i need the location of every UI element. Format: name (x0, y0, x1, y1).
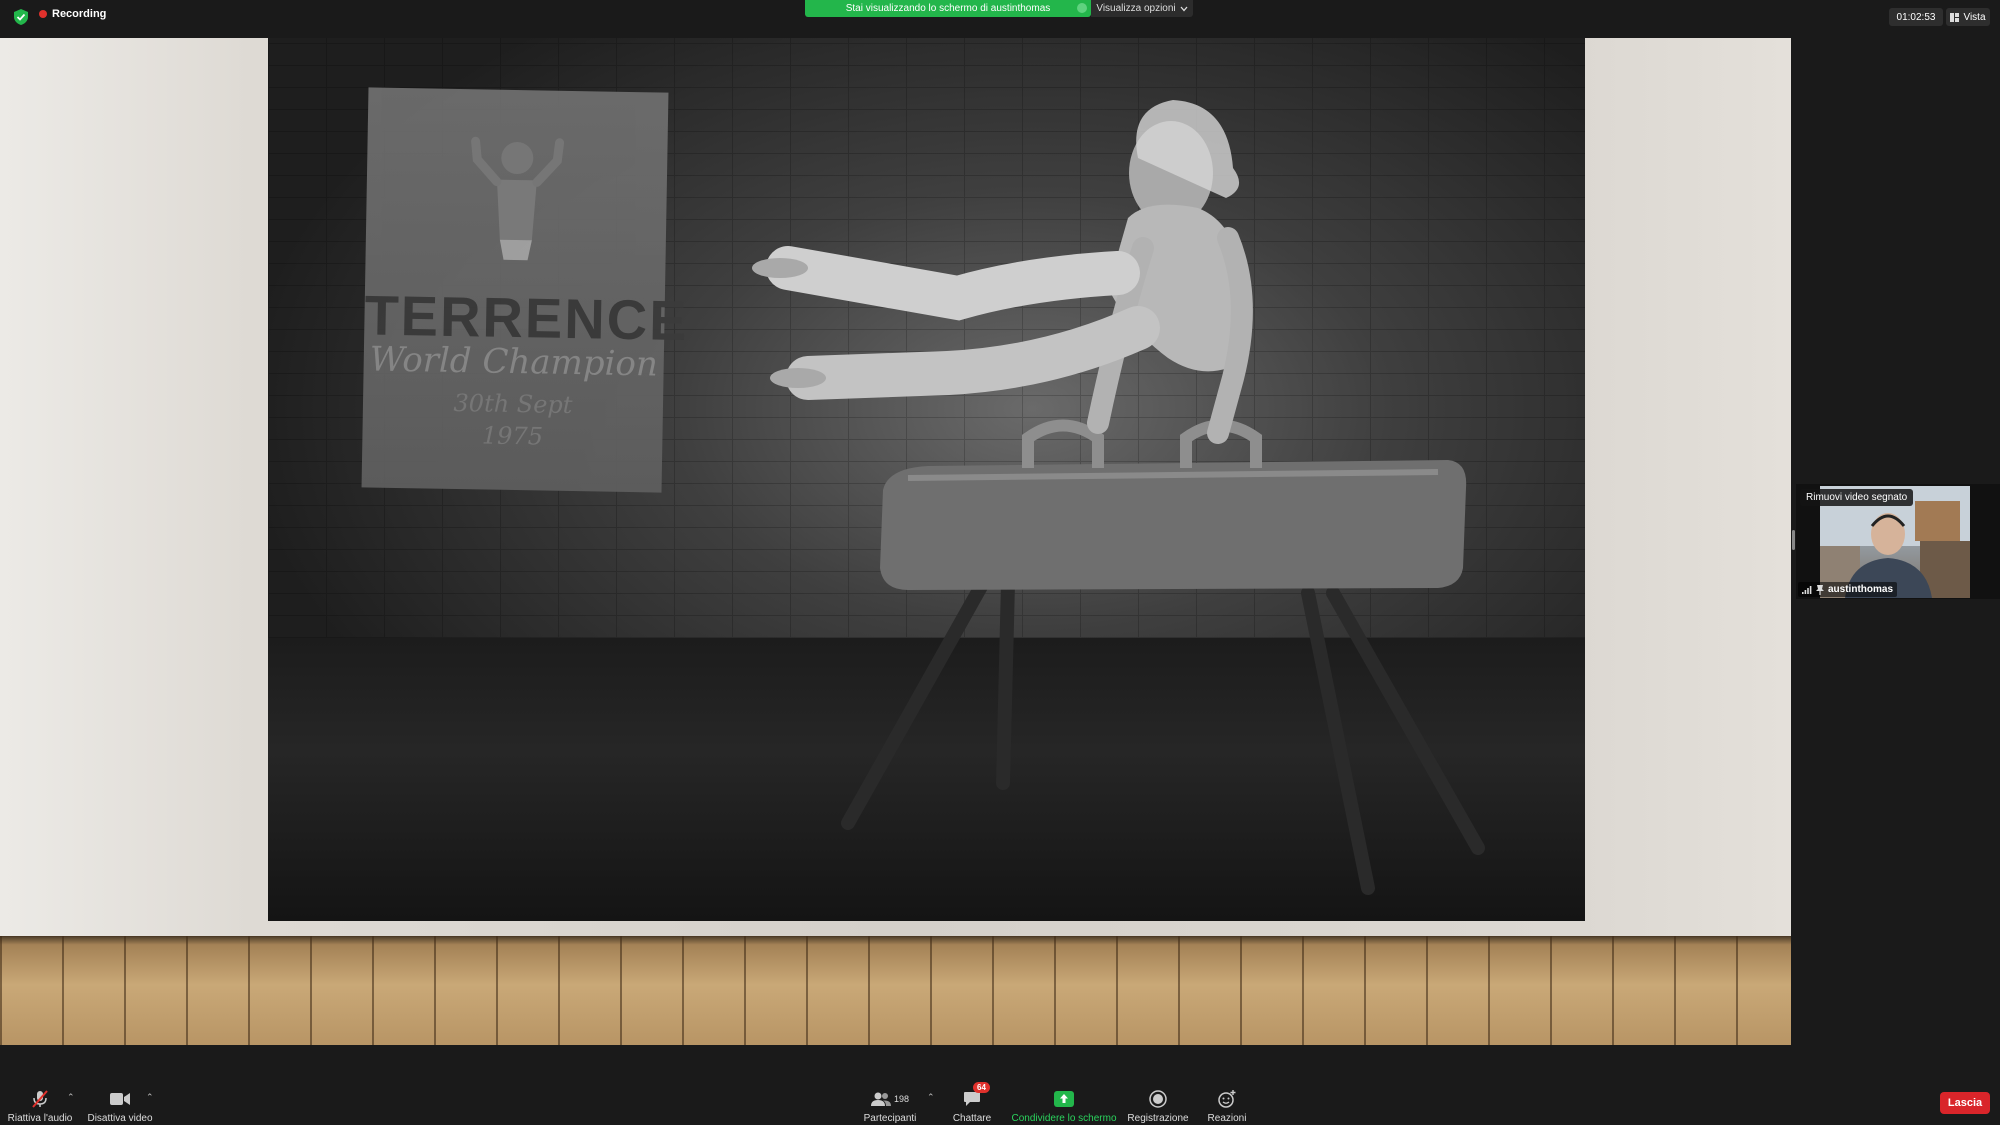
audio-options-chevron-up-icon[interactable]: ⌃ (67, 1092, 75, 1103)
share-banner-text: Stai visualizzando lo schermo di austint… (845, 3, 1051, 14)
record-label: Registrazione (1127, 1113, 1189, 1124)
participant-name: austinthomas (1828, 584, 1894, 595)
recording-dot-icon (39, 10, 47, 18)
leave-meeting-button[interactable]: Lascia (1940, 1092, 1990, 1114)
record-icon (1149, 1090, 1167, 1108)
participants-options-chevron-up-icon[interactable]: ⌃ (927, 1092, 935, 1103)
signal-icon (1802, 585, 1812, 594)
microphone-muted-icon (32, 1090, 48, 1108)
screen-share-banner: Stai visualizzando lo schermo di austint… (805, 0, 1091, 17)
unmute-audio-button[interactable]: Riattiva l'audio (6, 1082, 74, 1124)
pommel-horse-legs (841, 576, 1485, 895)
video-label: Disattiva video (87, 1113, 153, 1124)
banner-status-icon (1077, 3, 1087, 13)
gymnast-scene-image (752, 100, 1485, 895)
view-icon (1950, 12, 1960, 22)
reactions-icon (1218, 1090, 1236, 1108)
shared-screen: TERRENCE World Champion 30th Sept 1975 (0, 38, 1791, 1045)
chat-label: Chattare (952, 1113, 992, 1124)
participants-icon (870, 1092, 891, 1106)
tile-resize-handle[interactable] (1792, 530, 1795, 550)
share-label: Condividere lo schermo (1011, 1113, 1117, 1124)
chevron-down-icon (1180, 6, 1188, 11)
gymnast-figure (752, 100, 1253, 444)
recording-indicator[interactable]: Recording (39, 8, 106, 20)
reactions-label: Reazioni (1207, 1113, 1247, 1124)
gymnast-photograph: TERRENCE World Champion 30th Sept 1975 (268, 38, 1585, 921)
chat-unread-badge: 64 (973, 1082, 990, 1093)
view-options-button[interactable]: Visualizza opzioni (1091, 0, 1193, 17)
participants-label: Partecipanti (863, 1113, 917, 1124)
view-button[interactable]: Vista (1946, 8, 1990, 26)
chat-icon (964, 1092, 980, 1106)
video-options-chevron-up-icon[interactable]: ⌃ (146, 1092, 154, 1103)
remove-pinned-video-label[interactable]: Rimuovi video segnato (1800, 489, 1914, 506)
recording-label: Recording (52, 8, 107, 20)
pin-icon (1816, 584, 1824, 595)
wooden-floor (0, 936, 1791, 1045)
audio-label: Riattiva l'audio (7, 1113, 73, 1124)
meeting-top-bar: Recording Stai visualizzando lo schermo … (0, 0, 2000, 36)
participant-name-tag: austinthomas (1798, 582, 1898, 597)
share-screen-icon (1054, 1091, 1074, 1107)
stop-video-button[interactable]: Disattiva video (86, 1082, 154, 1124)
chat-button[interactable]: 64 Chattare (948, 1082, 996, 1124)
meeting-timer: 01:02:53 (1889, 8, 1943, 26)
participants-count: 198 (893, 1094, 910, 1104)
pommel-left (1022, 419, 1104, 468)
video-camera-icon (110, 1093, 130, 1105)
reactions-button[interactable]: Reazioni (1202, 1082, 1252, 1124)
participants-button[interactable]: 198 Partecipanti (862, 1082, 918, 1124)
view-label: Vista (1963, 11, 1986, 23)
shield-check-icon[interactable] (14, 9, 28, 25)
view-options-label: Visualizza opzioni (1096, 3, 1176, 14)
share-screen-button[interactable]: Condividere lo schermo (1008, 1082, 1120, 1124)
record-button[interactable]: Registrazione (1126, 1082, 1190, 1124)
meeting-toolbar: Riattiva l'audio ⌃ Disattiva video ⌃ 198… (0, 1082, 2000, 1125)
participant-video-tile[interactable]: Rimuovi video segnato austinthomas (1796, 484, 2000, 599)
